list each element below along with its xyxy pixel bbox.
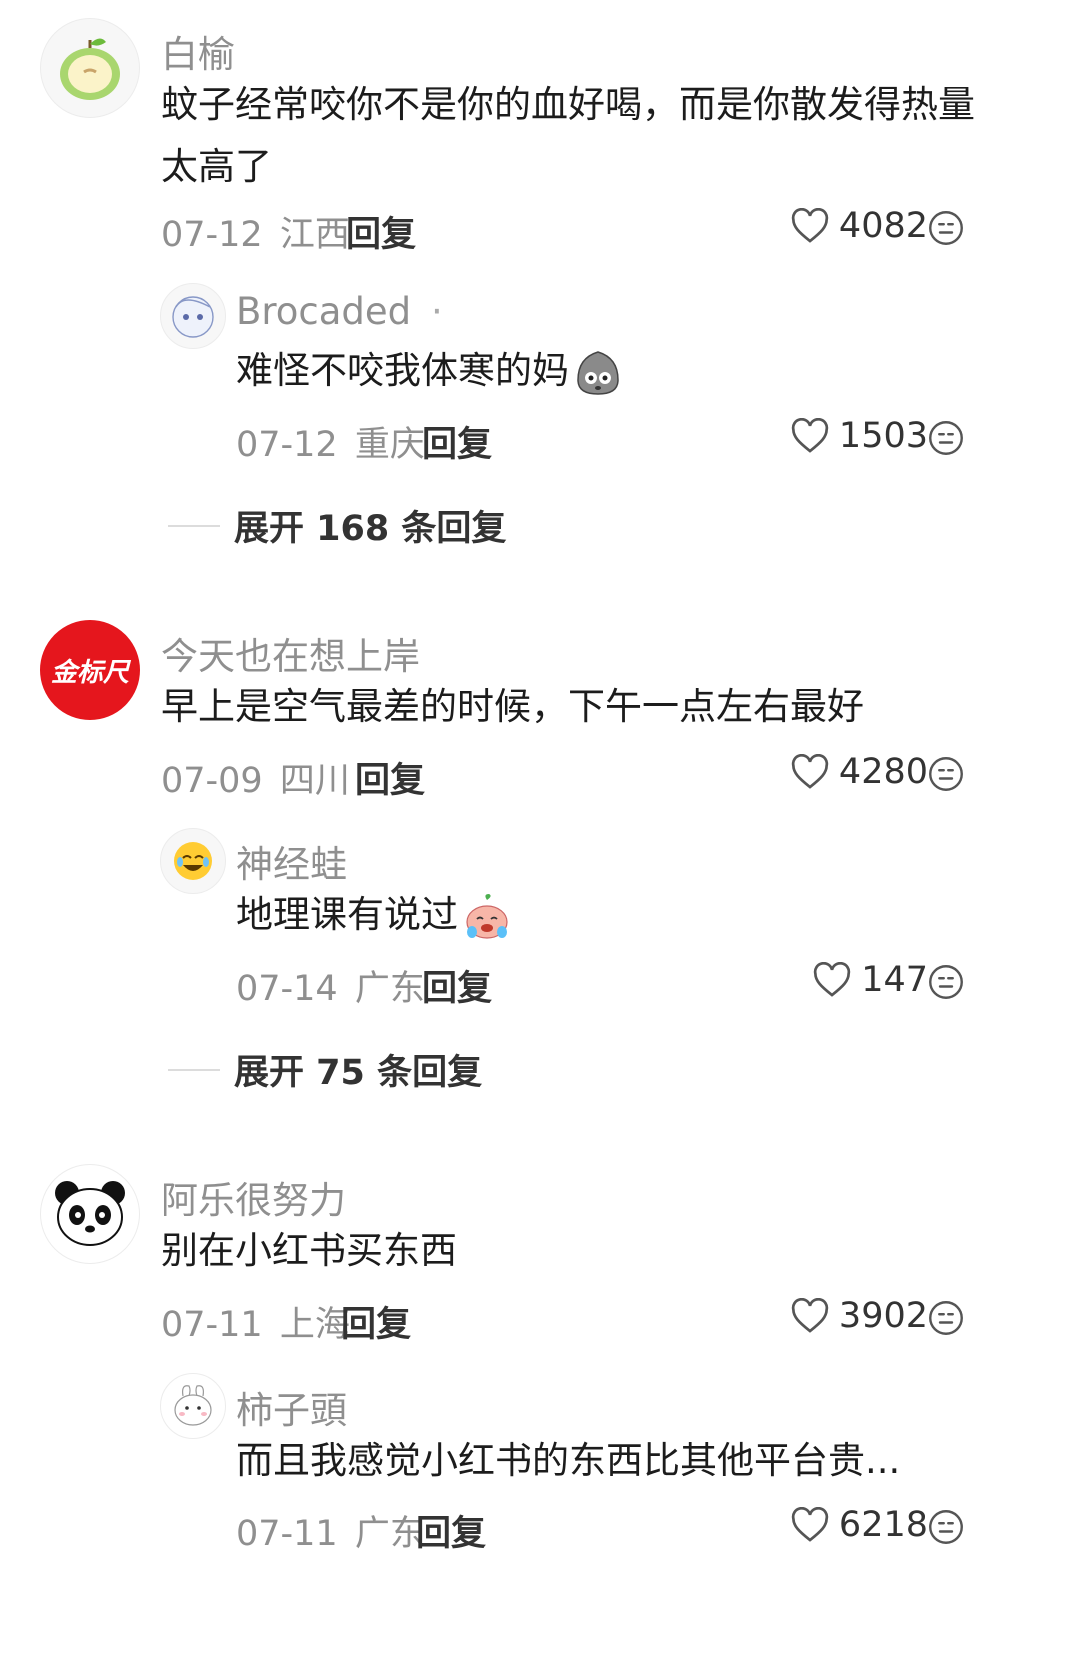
- like-count: 4280: [838, 752, 928, 792]
- reply-username[interactable]: Brocaded ·: [236, 290, 443, 333]
- comment-username[interactable]: 白榆: [161, 24, 235, 78]
- reply-username-text: Brocaded: [236, 290, 412, 333]
- reply-button[interactable]: 回复: [422, 416, 492, 467]
- like-button[interactable]: 3902: [791, 1296, 928, 1336]
- reply-button[interactable]: 回复: [346, 206, 416, 257]
- avatar[interactable]: [160, 828, 226, 894]
- date-text: 07-12: [161, 215, 263, 255]
- gray-scared-sticker-icon: [577, 350, 619, 395]
- location-text: 广东: [354, 969, 425, 1009]
- date-text: 07-11: [161, 1305, 263, 1345]
- reply-date: 07-14 广东: [236, 960, 425, 1011]
- reply-username[interactable]: 柿子頭: [236, 1380, 347, 1434]
- like-count: 3902: [838, 1296, 928, 1336]
- reply-text: 难怪不咬我体寒的妈: [236, 340, 1080, 402]
- avatar[interactable]: [160, 283, 226, 349]
- comment-text: 早上是空气最差的时候，下午一点左右最好: [161, 685, 864, 728]
- heart-icon: [791, 1298, 829, 1333]
- comment-date: 07-11 上海: [161, 1296, 350, 1347]
- comment-username[interactable]: 阿乐很努力: [161, 1170, 346, 1224]
- comment-text: 别在小红书买东西: [161, 1229, 457, 1272]
- emoji-react-icon[interactable]: [928, 756, 964, 792]
- like-button[interactable]: 6218: [791, 1505, 928, 1545]
- like-button[interactable]: 147: [813, 960, 928, 1000]
- like-count: 1503: [838, 416, 928, 456]
- like-button[interactable]: 4280: [791, 752, 928, 792]
- location-text: 上海: [279, 1305, 350, 1345]
- reply-username[interactable]: 神经蛙: [236, 834, 347, 888]
- emoji-react-icon[interactable]: [928, 964, 964, 1000]
- location-text: 广东: [354, 1514, 425, 1554]
- date-text: 07-14: [236, 969, 338, 1009]
- location-text: 重庆: [354, 425, 425, 465]
- username-separator: ·: [430, 290, 443, 333]
- expand-replies-button[interactable]: 展开 168 条回复: [168, 500, 506, 551]
- sketch-character-icon: [172, 296, 214, 338]
- heart-icon: [791, 754, 829, 789]
- like-count: 4082: [838, 206, 928, 246]
- like-button[interactable]: 4082: [791, 206, 928, 246]
- expand-replies-label: 展开 168 条回复: [234, 509, 507, 549]
- avatar-logo-text: 金标尺: [50, 657, 129, 688]
- divider: [168, 1068, 220, 1071]
- comment-username[interactable]: 今天也在想上岸: [161, 626, 420, 680]
- expand-replies-button[interactable]: 展开 75 条回复: [168, 1044, 482, 1095]
- reply-text: 地理课有说过: [236, 884, 1080, 946]
- reply-button[interactable]: 回复: [355, 752, 425, 803]
- location-text: 江西: [279, 215, 350, 255]
- avatar[interactable]: [40, 1164, 140, 1264]
- like-count: 147: [861, 960, 928, 1000]
- avatar[interactable]: 金标尺: [40, 620, 140, 720]
- emoji-react-icon[interactable]: [928, 420, 964, 456]
- emoji-react-icon[interactable]: [928, 210, 964, 246]
- date-text: 07-12: [236, 425, 338, 465]
- expand-replies-label: 展开 75 条回复: [234, 1053, 483, 1093]
- comment-date: 07-09 四川: [161, 752, 350, 803]
- reply-text: 而且我感觉小红书的东西比其他平台贵...: [236, 1439, 901, 1482]
- green-apple-icon: [60, 38, 120, 100]
- reply-text-content: 难怪不咬我体寒的妈: [236, 349, 569, 392]
- comment-text: 蚊子经常咬你不是你的血好喝，而是你散发得热量太高了: [161, 83, 975, 188]
- heart-icon: [814, 962, 851, 997]
- reply-text-content: 地理课有说过: [236, 893, 458, 936]
- reply-date: 07-12 重庆: [236, 416, 425, 467]
- cute-bunny-icon: [174, 1385, 212, 1426]
- location-text: 四川: [279, 761, 350, 801]
- emoji-react-icon[interactable]: [928, 1509, 964, 1545]
- emoji-react-icon[interactable]: [928, 1300, 964, 1336]
- heart-icon: [791, 1507, 829, 1542]
- divider: [168, 524, 220, 527]
- heart-icon: [791, 418, 829, 453]
- date-text: 07-11: [236, 1514, 338, 1554]
- heart-icon: [791, 208, 829, 243]
- crying-peach-sticker-icon: [466, 893, 508, 939]
- like-count: 6218: [838, 1505, 928, 1545]
- reply-button[interactable]: 回复: [341, 1296, 411, 1347]
- date-text: 07-09: [161, 761, 263, 801]
- laughing-face-icon: [174, 842, 212, 880]
- avatar[interactable]: [160, 1373, 226, 1439]
- reply-button[interactable]: 回复: [422, 960, 492, 1011]
- reply-date: 07-11 广东: [236, 1505, 425, 1556]
- comment-date: 07-12 江西: [161, 206, 350, 257]
- panda-avatar-icon: [55, 1181, 125, 1246]
- like-button[interactable]: 1503: [791, 416, 928, 456]
- avatar[interactable]: [40, 18, 140, 118]
- reply-button[interactable]: 回复: [416, 1505, 486, 1556]
